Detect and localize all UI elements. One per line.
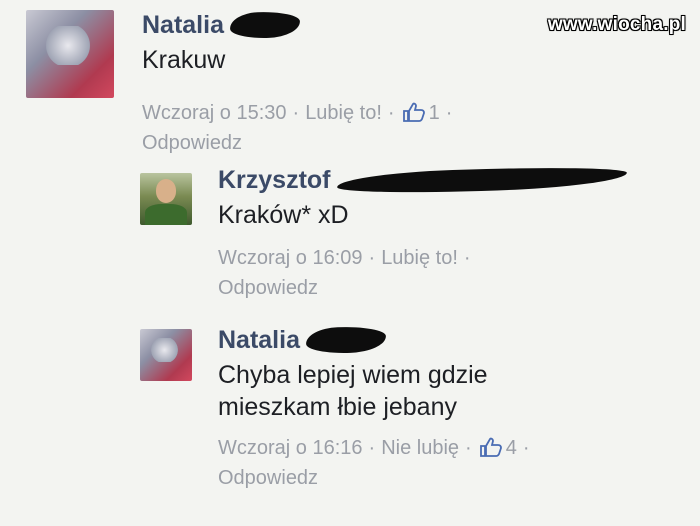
watermark-logo: www.wiocha.pl	[547, 14, 686, 35]
comment-text-line-1: Chyba lepiej wiem gdzie	[218, 361, 488, 389]
timestamp[interactable]: Wczoraj o 15:30	[142, 102, 287, 124]
comment-natalia-1: Natalia Krakuw Wczoraj o 15:30 · Lubię to!…	[26, 10, 458, 158]
comment-natalia-2: Natalia Chyba lepiej wiem gdzie mieszkam…	[140, 325, 535, 493]
comment-meta: Wczoraj o 16:16 · Nie lubię · 4 ·	[218, 437, 530, 459]
author-name[interactable]: Natalia	[142, 10, 224, 40]
author-name[interactable]: Natalia	[218, 325, 300, 355]
reply-row: Odpowiedz	[218, 463, 535, 493]
avatar[interactable]	[140, 173, 192, 225]
reply-link[interactable]: Odpowiedz	[218, 277, 318, 299]
reply-link[interactable]: Odpowiedz	[142, 132, 242, 154]
timestamp[interactable]: Wczoraj o 16:16	[218, 437, 363, 459]
comment-text-line-2: mieszkam łbie jebany	[218, 393, 457, 421]
comment-meta: Wczoraj o 15:30 · Lubię to! · 1 ·	[142, 102, 453, 124]
reply-row: Odpowiedz	[142, 128, 458, 158]
comment-meta: Wczoraj o 16:09 · Lubię to! ·	[218, 247, 471, 269]
avatar[interactable]	[140, 329, 192, 381]
redaction-mark	[229, 10, 301, 40]
avatar[interactable]	[26, 10, 114, 98]
comment-text: Kraków* xD	[218, 201, 349, 229]
reply-row: Odpowiedz	[218, 273, 627, 303]
timestamp[interactable]: Wczoraj o 16:09	[218, 247, 363, 269]
thumbs-up-icon	[479, 437, 502, 457]
unlike-link[interactable]: Nie lubię	[381, 437, 459, 459]
reply-link[interactable]: Odpowiedz	[218, 467, 318, 489]
comment-text: Krakuw	[142, 46, 226, 74]
thumbs-up-icon	[402, 102, 425, 122]
author-name[interactable]: Krzysztof	[218, 165, 331, 195]
like-count[interactable]: 4	[506, 437, 517, 459]
comment-krzysztof: Krzysztof Kraków* xD Wczoraj o 16:09 · Lub…	[140, 163, 627, 303]
like-link[interactable]: Lubię to!	[305, 102, 382, 124]
like-count[interactable]: 1	[429, 102, 440, 124]
like-link[interactable]: Lubię to!	[381, 247, 458, 269]
redaction-mark	[336, 163, 627, 197]
redaction-mark	[305, 325, 387, 355]
